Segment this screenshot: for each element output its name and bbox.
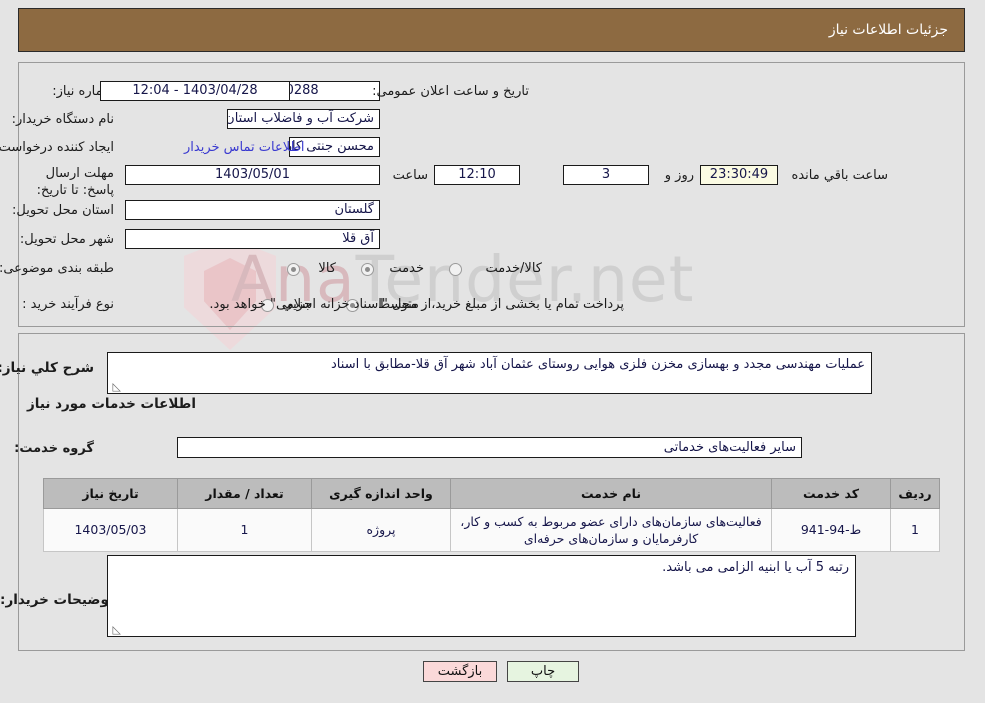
cell-service-name: فعالیت‌های سازمان‌های دارای عضو مربوط به…: [451, 508, 773, 552]
services-section-heading: اطلاعات خدمات مورد نیاز: [27, 396, 197, 412]
category-label: طبقه بندی موضوعی:: [0, 261, 115, 276]
deadline-days-value: 3: [564, 165, 650, 185]
service-group-value: سایر فعالیت‌های خدماتی: [178, 437, 803, 458]
th-service-code: کد خدمت: [772, 478, 892, 509]
page-title: جزئیات اطلاعات نیاز: [829, 22, 949, 38]
deadline-label: مهلت ارسال پاسخ: تا تاریخ:: [37, 166, 115, 198]
category-radio-goods[interactable]: [288, 263, 301, 276]
delivery-city-label: شهر محل تحویل:: [20, 232, 115, 247]
category-radio-service[interactable]: [362, 263, 375, 276]
services-table: ردیف کد خدمت نام خدمت واحد اندازه گیری ت…: [44, 478, 941, 552]
buyer-contact-link[interactable]: اطلاعات تماس خریدار: [185, 140, 305, 155]
delivery-city-value: آق قلا: [126, 229, 381, 249]
category-option-goods: کالا: [319, 261, 337, 276]
category-radio-goods-service[interactable]: [450, 263, 463, 276]
purchase-type-label: نوع فرآیند خرید :: [23, 297, 115, 312]
need-description-label: شرح کلي نیاز:: [0, 360, 95, 376]
cell-service-code: ط-94-941: [772, 508, 892, 552]
print-button[interactable]: چاپ: [508, 661, 580, 682]
cell-unit: پروژه: [312, 508, 452, 552]
back-button[interactable]: بازگشت: [424, 661, 498, 682]
purchase-type-note: پرداخت تمام یا بخشی از مبلغ خرید،از محل …: [210, 297, 625, 312]
deadline-hour-label: ساعت: [393, 168, 429, 183]
public-announce-value: 1403/04/28 - 12:04: [101, 81, 291, 101]
th-service-name: نام خدمت: [451, 478, 773, 509]
general-info-panel: [19, 62, 966, 327]
th-row: ردیف: [891, 478, 941, 509]
resize-grip-icon: ◺: [113, 380, 122, 393]
table-header-row: ردیف کد خدمت نام خدمت واحد اندازه گیری ت…: [44, 478, 941, 509]
countdown-label: ساعت باقي مانده: [792, 168, 889, 183]
countdown-timer: 23:30:49: [701, 165, 779, 185]
buyer-org-label: نام دستگاه خریدار:: [12, 112, 115, 127]
table-row: 1 ط-94-941 فعالیت‌های سازمان‌های دارای ع…: [44, 508, 941, 552]
delivery-province-value: گلستان: [126, 200, 381, 220]
deadline-hour-value: 12:10: [435, 165, 521, 185]
need-description-value: عملیات مهندسی مجدد و بهسازی مخزن فلزی هو…: [108, 352, 873, 394]
request-creator-label: ایجاد کننده درخواست:: [0, 140, 115, 155]
th-unit: واحد اندازه گیری: [312, 478, 452, 509]
delivery-province-label: استان محل تحویل:: [13, 203, 115, 218]
buyer-notes-value: رتبه 5 آب یا ابنیه الزامی می باشد. ◺: [108, 555, 857, 637]
buyer-notes-text: رتبه 5 آب یا ابنیه الزامی می باشد.: [663, 560, 850, 575]
th-need-date: تاریخ نیاز: [44, 478, 179, 509]
th-quantity: تعداد / مقدار: [178, 478, 313, 509]
category-option-service: خدمت: [390, 261, 425, 276]
deadline-date-value: 1403/05/01: [126, 165, 381, 185]
buyer-org-value: شرکت آب و فاضلاب استان گلستان: [228, 109, 381, 129]
deadline-days-label: روز و: [665, 168, 695, 183]
cell-row: 1: [891, 508, 941, 552]
window-titlebar: جزئیات اطلاعات نیاز: [19, 8, 966, 52]
public-announce-label: تاریخ و ساعت اعلان عمومی:: [373, 84, 530, 99]
service-group-label: گروه خدمت:: [15, 441, 95, 456]
cell-quantity: 1: [178, 508, 313, 552]
resize-grip-icon-notes: ◺: [113, 623, 122, 636]
cell-need-date: 1403/05/03: [44, 508, 179, 552]
buyer-notes-label: توضیحات خریدار:: [1, 592, 115, 608]
need-description-text: عملیات مهندسی مجدد و بهسازی مخزن فلزی هو…: [332, 357, 866, 372]
category-option-goods-service: کالا/خدمت: [486, 261, 543, 276]
